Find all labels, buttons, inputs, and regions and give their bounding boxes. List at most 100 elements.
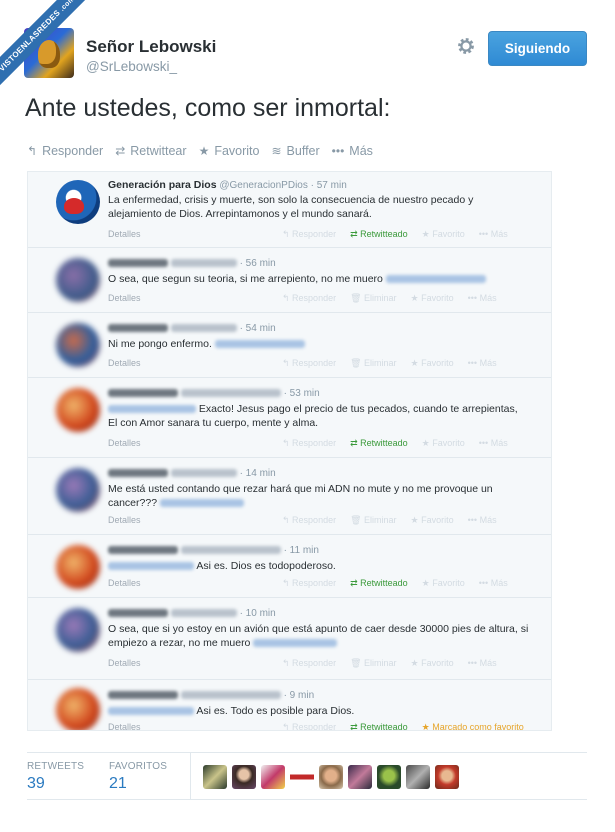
avatar-icon[interactable] xyxy=(348,765,372,789)
favorite-link[interactable]: ★ Favorito xyxy=(422,438,465,449)
more-action[interactable]: ••• Más xyxy=(332,143,373,159)
tweet-text: Asi es. Todo es posible para Dios. xyxy=(196,705,355,717)
avatar-icon xyxy=(56,323,100,367)
details-link[interactable]: Detalles xyxy=(108,722,268,730)
details-link[interactable]: Detalles xyxy=(108,578,268,589)
retweets-stat[interactable]: RETWEETS 39 xyxy=(27,761,84,793)
tweet-body: Exacto! Jesus pago el precio de tus peca… xyxy=(108,402,529,430)
favorite-link[interactable]: ★ Favorito xyxy=(422,578,465,589)
avatar-icon[interactable] xyxy=(290,765,314,789)
more-link[interactable]: ••• Más xyxy=(479,229,508,240)
favorite-text: Favorito xyxy=(432,229,465,239)
following-button[interactable]: Siguiendo xyxy=(488,31,587,66)
reply-link[interactable]: ↰ Responder xyxy=(282,229,336,240)
reply-text: Responder xyxy=(292,578,337,588)
buffer-action[interactable]: ≋ Buffer xyxy=(271,143,319,159)
avatar-icon[interactable] xyxy=(406,765,430,789)
favoriters-avatars xyxy=(203,765,459,789)
details-link[interactable]: Detalles xyxy=(108,515,268,526)
stats-divider xyxy=(190,753,191,800)
details-link[interactable]: Detalles xyxy=(108,293,268,304)
more-link[interactable]: ••• Más xyxy=(479,438,508,449)
details-link[interactable]: Detalles xyxy=(108,658,268,669)
avatar-icon xyxy=(56,468,100,512)
more-link[interactable]: ••• Más xyxy=(468,293,497,304)
tweet-header: Generación para Dios @GeneracionPDios · … xyxy=(108,179,347,191)
retweeted-link[interactable]: ⇄ Retwitteado xyxy=(350,229,408,240)
more-text: Más xyxy=(479,293,497,303)
retweeted-text: Retwitteado xyxy=(360,438,408,448)
favorites-stat[interactable]: FAVORITOS 21 xyxy=(109,761,167,793)
user-handle[interactable]: @SrLebowski_ xyxy=(86,59,177,74)
favorite-action[interactable]: ★ Favorito xyxy=(199,143,260,159)
avatar-icon[interactable] xyxy=(435,765,459,789)
reply-link[interactable]: ↰ Responder xyxy=(282,658,336,669)
reply-link[interactable]: ↰ Responder xyxy=(282,438,336,449)
delete-text: Eliminar xyxy=(364,515,397,525)
reply-action[interactable]: ↰ Responder xyxy=(27,143,103,159)
marked-favorite-link[interactable]: ★ Marcado como favorito xyxy=(422,722,524,731)
reply-tweet: · 11 min Asi es. Dios es todopoderoso. D… xyxy=(28,535,551,598)
reply-link[interactable]: ↰ Responder xyxy=(282,722,336,730)
favorite-text: Favorito xyxy=(432,438,465,448)
avatar-icon[interactable] xyxy=(203,765,227,789)
favorite-link[interactable]: ★ Favorito xyxy=(422,229,465,240)
tweet-header: · 14 min xyxy=(108,468,276,479)
avatar-icon xyxy=(56,545,100,589)
reply-text: Responder xyxy=(292,658,337,668)
reply-link[interactable]: ↰ Responder xyxy=(282,358,336,369)
details-link[interactable]: Detalles xyxy=(108,438,268,449)
avatar-icon[interactable] xyxy=(319,765,343,789)
avatar-icon[interactable] xyxy=(261,765,285,789)
favorite-link[interactable]: ★ Favorito xyxy=(411,293,454,304)
delete-link[interactable]: 🗑 Eliminar xyxy=(350,293,396,304)
favorite-text: Favorito xyxy=(421,358,454,368)
delete-text: Eliminar xyxy=(364,658,397,668)
favorites-count: 21 xyxy=(109,775,127,792)
more-link[interactable]: ••• Más xyxy=(468,658,497,669)
retweeted-link[interactable]: ⇄ Retwitteado xyxy=(350,722,408,730)
delete-link[interactable]: 🗑 Eliminar xyxy=(350,658,396,669)
tweet-header: · 53 min xyxy=(108,388,320,399)
retweet-action[interactable]: ⇄ Retwittear xyxy=(115,143,186,159)
tweet-time: · 57 min xyxy=(310,180,347,191)
delete-link[interactable]: 🗑 Eliminar xyxy=(350,515,396,526)
favorite-link[interactable]: ★ Favorito xyxy=(411,658,454,669)
details-link[interactable]: Detalles xyxy=(108,229,268,240)
more-link[interactable]: ••• Más xyxy=(468,358,497,369)
tweet-author: Generación para Dios xyxy=(108,179,217,191)
reply-link[interactable]: ↰ Responder xyxy=(282,515,336,526)
avatar-icon xyxy=(56,688,100,730)
details-link[interactable]: Detalles xyxy=(108,358,268,369)
avatar-icon[interactable] xyxy=(232,765,256,789)
marked-favorite-text: Marcado como favorito xyxy=(432,722,524,731)
tweet-footer: Detalles ↰ Responder ⇄ Retwitteado ★ Mar… xyxy=(108,722,541,731)
retweeted-text: Retwitteado xyxy=(360,229,408,239)
favorite-link[interactable]: ★ Favorito xyxy=(411,358,454,369)
more-link[interactable]: ••• Más xyxy=(479,578,508,589)
tweet-time: · 9 min xyxy=(283,690,315,701)
reply-text: Responder xyxy=(292,438,337,448)
delete-link[interactable]: 🗑 Eliminar xyxy=(350,358,396,369)
globe-heart-icon xyxy=(56,180,100,224)
reply-link[interactable]: ↰ Responder xyxy=(282,293,336,304)
avatar-icon[interactable] xyxy=(377,765,401,789)
tweet-time: · 11 min xyxy=(283,545,319,556)
retweeted-link[interactable]: ⇄ Retwitteado xyxy=(350,438,408,449)
tweet-body: Asi es. Dios es todopoderoso. xyxy=(108,559,529,573)
favorite-text: Favorito xyxy=(421,515,454,525)
retweeted-link[interactable]: ⇄ Retwitteado xyxy=(350,578,408,589)
tweet-stats: RETWEETS 39 FAVORITOS 21 xyxy=(27,752,587,800)
tweet-footer: Detalles ↰ Responder ⇄ Retwitteado ★ Fav… xyxy=(108,578,541,589)
retweet-icon: ⇄ xyxy=(115,144,126,158)
tweet-footer: Detalles ↰ Responder 🗑 Eliminar ★ Favori… xyxy=(108,293,541,304)
retweets-label: RETWEETS xyxy=(27,761,85,772)
delete-text: Eliminar xyxy=(364,358,397,368)
gear-icon[interactable] xyxy=(456,36,476,56)
reply-link[interactable]: ↰ Responder xyxy=(282,578,336,589)
retweeted-text: Retwitteado xyxy=(360,578,408,588)
user-name[interactable]: Señor Lebowski xyxy=(86,37,216,57)
reply-label: Responder xyxy=(42,144,104,158)
more-link[interactable]: ••• Más xyxy=(468,515,497,526)
favorite-link[interactable]: ★ Favorito xyxy=(411,515,454,526)
